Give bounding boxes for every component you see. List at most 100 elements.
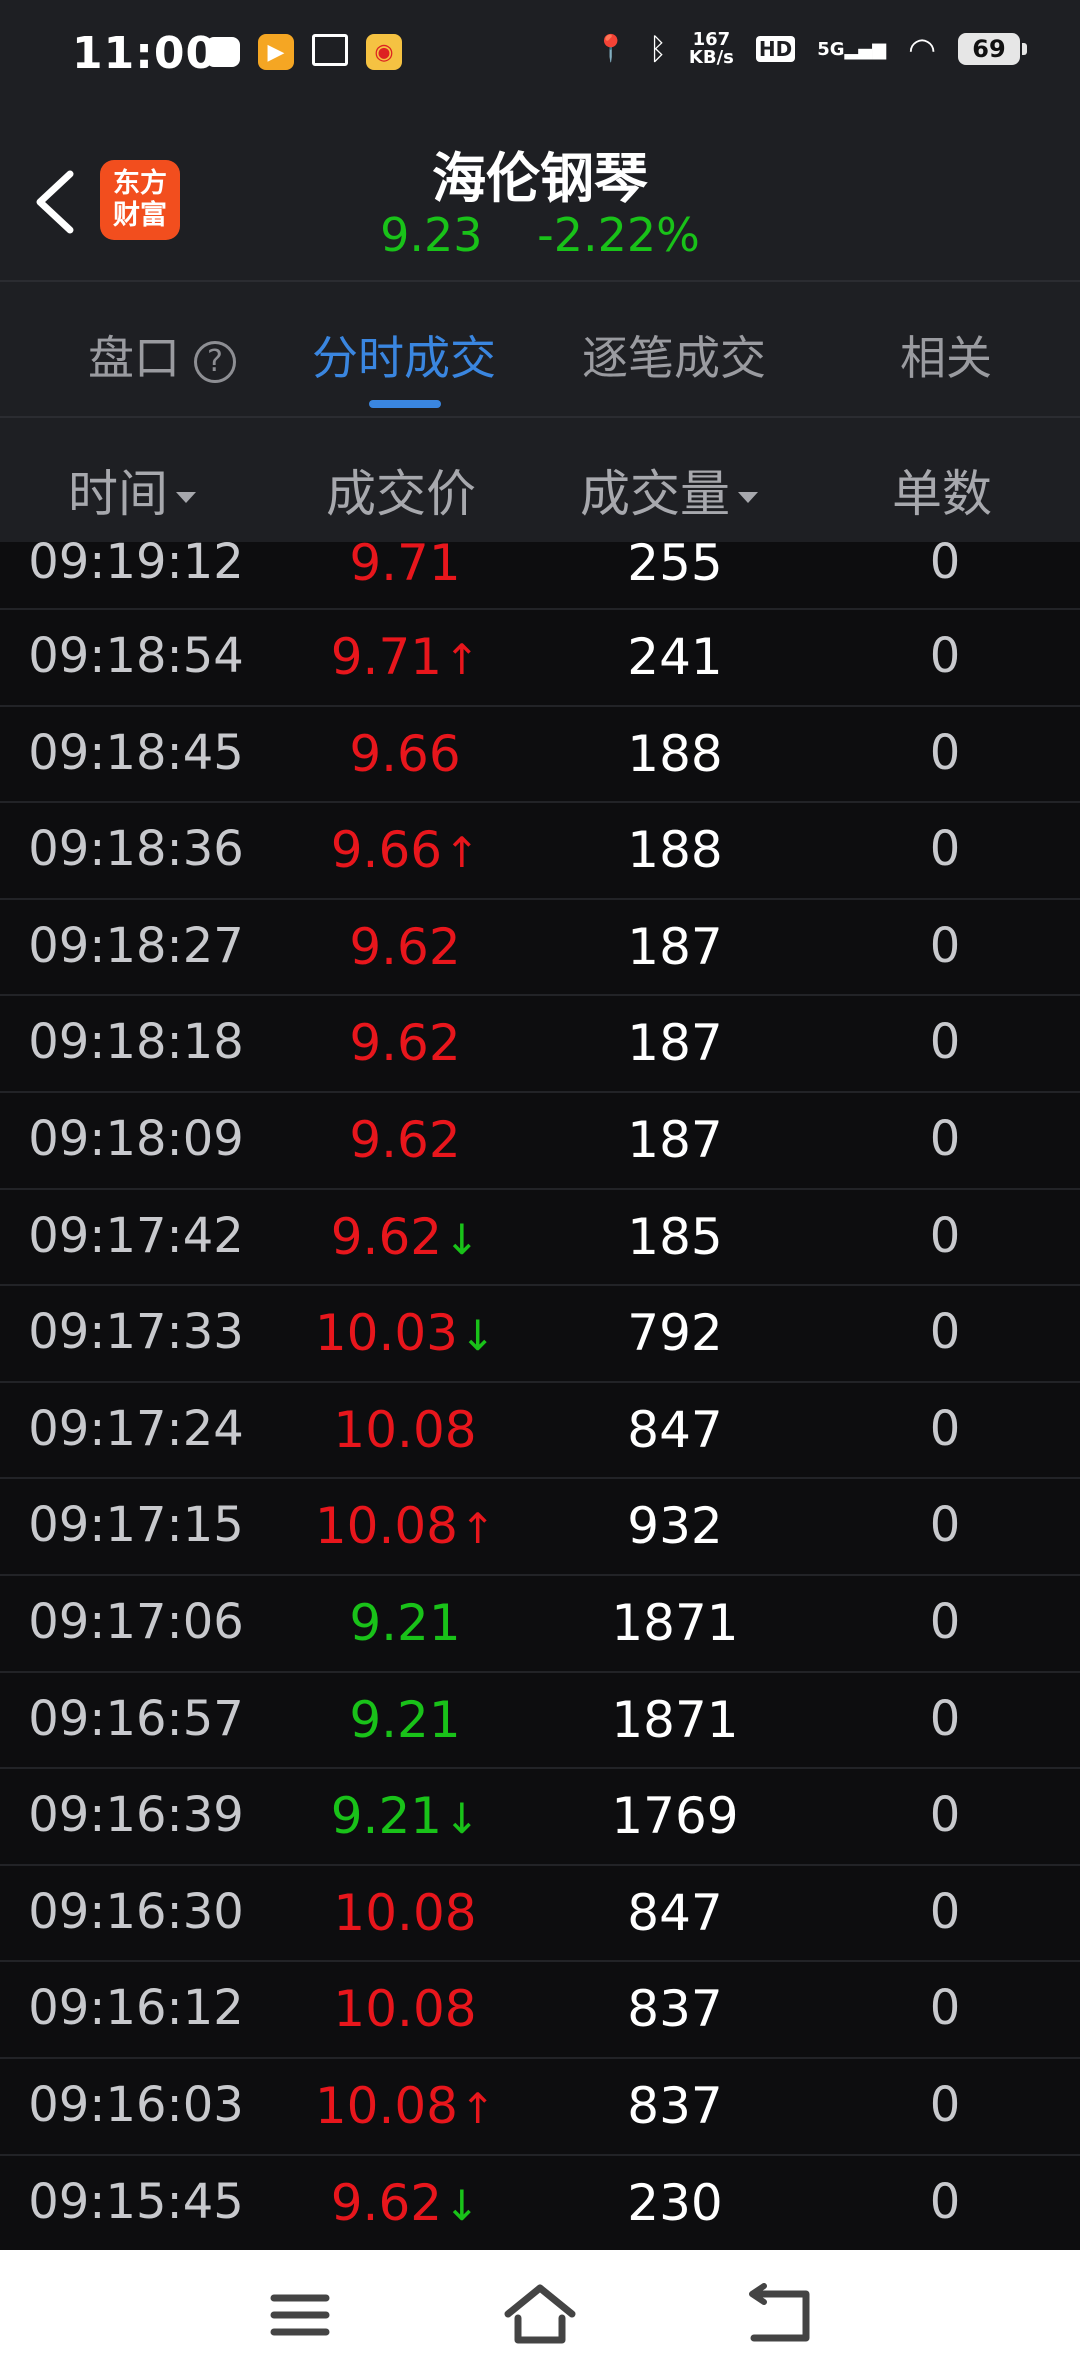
table-row: 09:18:27 9.62 187 0	[0, 900, 1080, 997]
trade-volume: 185	[627, 1207, 723, 1266]
back-nav-icon[interactable]	[740, 2280, 820, 2350]
stock-name: 海伦钢琴	[432, 147, 648, 210]
trade-count: 0	[929, 1110, 961, 1167]
trade-price: 10.08	[300, 1401, 510, 1459]
trade-price: 9.66↑	[300, 821, 510, 879]
col-volume[interactable]: 成交量	[580, 454, 758, 526]
trade-count: 0	[929, 1497, 961, 1554]
tab-pankou[interactable]: 盘口?	[88, 322, 236, 388]
table-row: 09:16:30 10.08 847 0	[0, 1866, 1080, 1963]
table-row: 09:18:54 9.71↑ 241 0	[0, 610, 1080, 707]
trade-price-value: 10.08	[333, 1400, 477, 1459]
table-row: 09:16:03 10.08↑ 837 0	[0, 2059, 1080, 2156]
table-row: 09:17:06 9.21 1871 0	[0, 1576, 1080, 1673]
trade-price: 9.71	[300, 534, 510, 592]
trade-count: 0	[929, 1400, 961, 1457]
trade-price-value: 9.62	[330, 1207, 443, 1266]
notification-icons: ▶ ◉	[206, 34, 402, 70]
trade-volume: 837	[627, 2076, 723, 2135]
table-row: 09:16:57 9.21 1871 0	[0, 1673, 1080, 1770]
trade-volume: 1871	[611, 1690, 739, 1749]
trade-price-value: 10.03	[314, 1304, 458, 1363]
menu-icon[interactable]	[260, 2280, 340, 2350]
trade-price: 10.08↑	[300, 2077, 510, 2135]
trade-volume: 847	[627, 1400, 723, 1459]
trade-price-value: 10.08	[333, 1980, 477, 2039]
trade-price: 9.66	[300, 725, 510, 783]
arrow-up-icon: ↑	[459, 2083, 496, 2133]
table-row: 09:16:39 9.21↓ 1769 0	[0, 1769, 1080, 1866]
system-nav-bar	[0, 2250, 1080, 2376]
trade-time: 09:18:45	[28, 724, 244, 781]
signal-icon: 5G▂▄▆	[817, 38, 887, 60]
stock-price: 9.23	[380, 208, 483, 262]
trade-time: 09:18:18	[28, 1014, 244, 1071]
trade-count: 0	[929, 1207, 961, 1264]
trade-count: 0	[929, 1787, 961, 1844]
trade-price-value: 10.08	[314, 1497, 458, 1556]
table-row: 09:17:42 9.62↓ 185 0	[0, 1190, 1080, 1287]
trade-price-value: 9.21	[330, 1787, 443, 1846]
trade-count: 0	[929, 1593, 961, 1650]
table-row: 09:17:15 10.08↑ 932 0	[0, 1479, 1080, 1576]
trade-price: 9.62↓	[300, 1208, 510, 1266]
battery-icon: 69	[958, 33, 1027, 65]
trade-volume: 230	[627, 2173, 723, 2232]
arrow-up-icon: ↑	[444, 635, 480, 684]
trade-volume: 187	[627, 1110, 723, 1169]
col-time[interactable]: 时间	[68, 454, 196, 526]
trade-count: 0	[929, 1883, 961, 1940]
trade-price-value: 9.71	[349, 534, 461, 592]
trade-price-value: 9.62	[330, 2173, 443, 2232]
stock-change-pct: -2.22%	[537, 208, 700, 262]
hd-icon: HD	[755, 36, 796, 62]
trade-count: 0	[929, 2076, 961, 2133]
trade-count: 0	[929, 1304, 961, 1361]
trade-volume: 932	[627, 1497, 723, 1556]
trade-count: 0	[929, 628, 961, 684]
trade-price: 9.21	[300, 1691, 510, 1749]
trade-time: 09:15:45	[28, 2173, 244, 2230]
trade-price-value: 9.21	[349, 1593, 461, 1652]
trade-time: 09:16:12	[28, 1980, 244, 2037]
trade-time: 09:19:12	[28, 534, 244, 590]
trade-time: 09:17:24	[28, 1400, 244, 1457]
message-icon	[206, 37, 240, 67]
table-row: 09:17:33 10.03↓ 792 0	[0, 1286, 1080, 1383]
weibo-icon: ◉	[366, 34, 402, 70]
trade-time: 09:17:15	[28, 1497, 244, 1554]
trade-volume: 255	[627, 534, 723, 592]
arrow-down-icon: ↓	[444, 1794, 480, 1844]
trade-list[interactable]: 09:19:12 9.71 255 0 09:18:54 9.71↑ 241 0 09:18:4…	[0, 534, 1080, 2253]
trade-count: 0	[929, 724, 961, 781]
table-row: 09:15:45 9.62↓ 230 0	[0, 2156, 1080, 2253]
tab-time-trades[interactable]: 分时成交	[312, 322, 496, 388]
home-icon[interactable]	[500, 2280, 580, 2350]
trade-price: 10.03↓	[300, 1304, 510, 1362]
arrow-down-icon: ↓	[444, 2180, 480, 2230]
trade-price: 9.62	[300, 1014, 510, 1072]
table-row: 09:18:18 9.62 187 0	[0, 996, 1080, 1093]
status-bar: 11:00 ▶ ◉ 📍 ᛒ 167 KB/s HD 5G▂▄▆ ◠ 69	[0, 0, 1080, 116]
help-icon[interactable]: ?	[194, 340, 236, 383]
trade-time: 09:17:06	[28, 1593, 244, 1650]
table-row: 09:16:12 10.08 837 0	[0, 1962, 1080, 2059]
table-row: 09:18:36 9.66↑ 188 0	[0, 803, 1080, 900]
col-count: 单数	[892, 465, 992, 523]
trade-price: 9.21	[300, 1594, 510, 1652]
arrow-up-icon: ↑	[444, 828, 480, 878]
trade-time: 09:18:27	[28, 917, 244, 974]
trade-price-value: 9.71	[330, 628, 443, 686]
tab-related[interactable]: 相关	[900, 322, 992, 388]
trade-time: 09:16:30	[28, 1883, 244, 1940]
trade-time: 09:16:39	[28, 1787, 244, 1844]
trade-price-value: 9.62	[349, 1110, 461, 1169]
system-icons: 📍 ᛒ 167 KB/s HD 5G▂▄▆ ◠ 69	[595, 30, 1027, 68]
trade-volume: 792	[627, 1304, 723, 1363]
trade-price-value: 9.62	[349, 1014, 461, 1073]
trade-count: 0	[929, 534, 961, 590]
trade-time: 09:18:54	[28, 628, 244, 684]
trade-count: 0	[929, 821, 961, 878]
trade-price: 10.08	[300, 1980, 510, 2038]
tab-tick-trades[interactable]: 逐笔成交	[582, 322, 766, 388]
